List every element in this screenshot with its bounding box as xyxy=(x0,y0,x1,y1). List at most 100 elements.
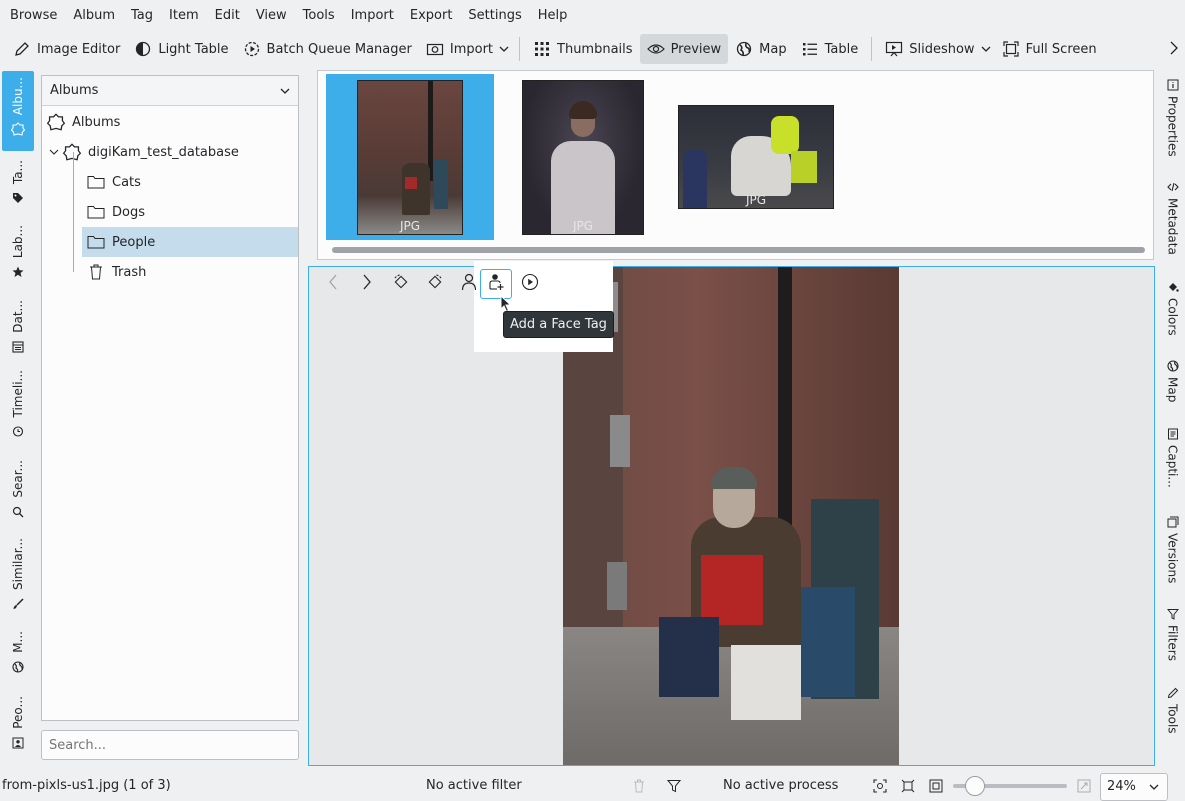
tab-labels[interactable]: Lab... xyxy=(2,225,34,285)
table-label: Table xyxy=(824,41,859,57)
import-dropdown-chevron-icon[interactable] xyxy=(495,34,513,64)
album-view-selector[interactable]: Albums xyxy=(42,76,298,106)
play-circle-icon xyxy=(243,40,261,58)
zoom-out-icon[interactable] xyxy=(929,779,943,797)
tree-item-database[interactable]: digiKam_test_database xyxy=(46,137,296,167)
globe-icon xyxy=(1166,359,1180,373)
slideshow-button[interactable]: Slideshow xyxy=(878,34,976,64)
tab-map[interactable]: M... xyxy=(2,631,34,681)
tab-properties[interactable]: Properties xyxy=(1160,78,1185,157)
thumbnail-2-format-label: JPG xyxy=(572,219,594,233)
album-collection-icon xyxy=(62,143,82,161)
menu-album[interactable]: Album xyxy=(65,0,123,31)
preview-button[interactable]: Preview xyxy=(639,34,729,64)
tab-similarity[interactable]: Similar... xyxy=(2,538,34,616)
pencil-icon xyxy=(1166,686,1180,700)
add-face-tag-icon xyxy=(488,273,504,295)
face-tag-icon xyxy=(10,735,26,751)
thumbnail-1-format-label: JPG xyxy=(399,219,421,233)
info-icon xyxy=(1166,78,1180,92)
menu-item[interactable]: Item xyxy=(161,0,207,31)
tab-versions[interactable]: Versions xyxy=(1160,515,1185,583)
menu-view[interactable]: View xyxy=(248,0,295,31)
light-table-button[interactable]: Light Table xyxy=(127,34,235,64)
album-view-selector-label: Albums xyxy=(50,83,99,98)
import-button[interactable]: Import xyxy=(419,34,495,64)
tab-filters[interactable]: Filters xyxy=(1160,607,1185,661)
tab-search[interactable]: Sear... xyxy=(2,460,34,523)
image-editor-button[interactable]: Image Editor xyxy=(6,34,127,64)
tab-timeline[interactable]: Timeli... xyxy=(2,370,34,445)
image-editor-label: Image Editor xyxy=(37,41,121,57)
thumbnails-button[interactable]: Thumbnails xyxy=(526,34,640,64)
thumbnail-1[interactable]: JPG xyxy=(357,80,463,235)
zoom-fullscreen-icon[interactable] xyxy=(901,779,915,797)
rotate-left-button[interactable] xyxy=(384,267,418,301)
expand-chevron-icon[interactable] xyxy=(46,149,62,155)
menu-export[interactable]: Export xyxy=(402,0,461,31)
tab-albums-label: Albu... xyxy=(11,77,25,116)
tab-filters-label: Filters xyxy=(1165,625,1180,661)
tab-labels-label: Lab... xyxy=(11,225,25,259)
full-screen-button[interactable]: Full Screen xyxy=(995,34,1104,64)
tab-metadata[interactable]: Metadata xyxy=(1160,180,1185,255)
thumbnail-3[interactable]: JPG xyxy=(678,105,834,209)
folder-icon xyxy=(86,173,106,191)
thumbnail-2[interactable]: JPG xyxy=(522,80,644,235)
tab-captions[interactable]: Capti... xyxy=(1160,427,1185,488)
menu-browse[interactable]: Browse xyxy=(2,0,65,31)
zoom-level-select[interactable]: 24% xyxy=(1100,773,1168,801)
tree-item-database-label: digiKam_test_database xyxy=(88,144,239,160)
image-preview-area[interactable] xyxy=(308,266,1155,766)
tree-item-trash[interactable]: Trash xyxy=(86,257,296,287)
map-button[interactable]: Map xyxy=(728,34,793,64)
batch-queue-button[interactable]: Batch Queue Manager xyxy=(236,34,419,64)
menu-settings[interactable]: Settings xyxy=(460,0,529,31)
zoom-in-icon[interactable] xyxy=(1077,779,1091,797)
tab-dates[interactable]: Dat... xyxy=(2,300,34,360)
tooltip-add-face-tag: Add a Face Tag xyxy=(503,311,614,338)
status-bar: from-pixls-us1.jpg (1 of 3) No active fi… xyxy=(0,771,1185,801)
next-image-button[interactable] xyxy=(350,267,384,301)
menu-help[interactable]: Help xyxy=(530,0,576,31)
thumbnail-bar: JPG JPG JPG xyxy=(317,70,1154,260)
zoom-slider-handle[interactable] xyxy=(965,776,986,796)
thumbnails-label: Thumbnails xyxy=(557,41,633,57)
tree-item-albums-root[interactable]: Albums xyxy=(46,107,296,137)
tree-item-dogs[interactable]: Dogs xyxy=(86,197,296,227)
calendar-icon xyxy=(10,339,26,355)
eye-icon xyxy=(646,40,665,58)
chevron-left-icon xyxy=(328,274,338,294)
tree-item-cats[interactable]: Cats xyxy=(86,167,296,197)
tab-colors[interactable]: Colors xyxy=(1160,280,1185,336)
tab-tools[interactable]: Tools xyxy=(1160,686,1185,734)
menu-edit[interactable]: Edit xyxy=(207,0,248,31)
menu-import[interactable]: Import xyxy=(343,0,402,31)
previous-image-button[interactable] xyxy=(316,267,350,301)
tab-tags[interactable]: Ta... xyxy=(2,160,34,210)
rotate-right-button[interactable] xyxy=(418,267,452,301)
menu-tag[interactable]: Tag xyxy=(123,0,161,31)
filter-status-icon[interactable] xyxy=(666,779,682,797)
table-button[interactable]: Table xyxy=(794,34,866,64)
zoom-fit-icon[interactable] xyxy=(873,779,887,797)
code-icon xyxy=(1166,180,1180,194)
folder-icon xyxy=(86,203,106,221)
toolbar-overflow-chevron-icon[interactable] xyxy=(1170,41,1178,59)
album-search-input[interactable] xyxy=(41,730,299,760)
tab-albums[interactable]: Albu... xyxy=(2,71,34,151)
clear-trash-icon[interactable] xyxy=(633,779,645,797)
globe-icon xyxy=(10,659,26,675)
tree-item-people[interactable]: People xyxy=(82,227,298,257)
full-screen-label: Full Screen xyxy=(1025,41,1097,57)
album-root-icon xyxy=(46,113,66,131)
light-table-label: Light Table xyxy=(158,41,229,57)
menu-tools[interactable]: Tools xyxy=(295,0,343,31)
tab-people[interactable]: Peo... xyxy=(2,696,34,759)
toolbar-separator xyxy=(519,37,521,61)
thumbnail-scrollbar[interactable] xyxy=(332,247,1145,253)
play-slideshow-button[interactable] xyxy=(513,267,547,301)
menu-bar: Browse Album Tag Item Edit View Tools Im… xyxy=(0,0,1185,31)
slideshow-dropdown-chevron-icon[interactable] xyxy=(977,34,995,64)
tab-right-map[interactable]: Map xyxy=(1160,359,1185,402)
